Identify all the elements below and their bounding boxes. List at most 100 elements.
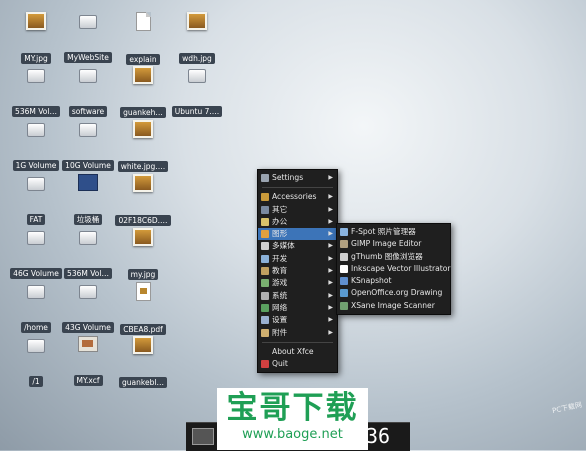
pdf-file-icon (135, 282, 151, 301)
desktop-icon[interactable]: explain (112, 12, 174, 69)
desktop-icon[interactable]: 02F18C6D.… (112, 174, 174, 230)
drive-icon (27, 231, 45, 245)
menu-item-label: 开发 (272, 253, 288, 263)
menu-item-label: Accessories (272, 192, 317, 202)
watermark: 宝哥下载 www.baoge.net (217, 388, 368, 450)
menu-item-label: KSnapshot (351, 276, 392, 286)
submenu-arrow-icon: ▶ (328, 328, 333, 336)
menu-item-label: Settings (272, 173, 304, 182)
desktop-icon[interactable]: wdh.jpg (166, 12, 228, 68)
menu-item[interactable]: Quit (258, 358, 337, 370)
desktop-icon[interactable]: 垃圾桶 (57, 174, 119, 229)
submenu-arrow-icon: ▶ (328, 254, 333, 262)
desktop-icon[interactable]: MY.xcf (57, 336, 119, 390)
xsane-icon (340, 301, 348, 310)
desktop-icon[interactable]: guankebl… (112, 336, 174, 392)
desktop-icon[interactable]: 536M Vol… (57, 228, 119, 283)
image-file-icon (133, 174, 153, 192)
desktop-icon-label: /home (21, 322, 51, 333)
desktop-icon-label: software (68, 106, 108, 117)
other-icon (261, 205, 269, 214)
menu-item-label: 教育 (272, 266, 288, 276)
drive-icon (79, 123, 97, 137)
desktop-icon-label: /1 (29, 376, 43, 387)
menu-separator (262, 341, 333, 343)
desktop-icon-label: explain (126, 54, 160, 65)
menu-item[interactable]: 系统 ▶ (258, 290, 337, 302)
education-icon (261, 267, 269, 276)
menu-item[interactable]: GIMP Image Editor (337, 238, 450, 250)
drive-icon (79, 231, 97, 245)
quit-icon (261, 360, 269, 369)
menu-item[interactable]: Accessories ▶ (258, 191, 337, 203)
desktop-icon[interactable]: 43G Volume (57, 282, 119, 337)
accessories-icon (261, 193, 269, 202)
desktop-icon[interactable]: guankeh… (112, 66, 174, 122)
desktop-icon-label: MY.jpg (21, 53, 51, 64)
menu-item[interactable]: About Xfce (258, 346, 337, 358)
menu-item[interactable]: gThumb 图像浏览器 (337, 251, 450, 263)
gimp-icon (340, 240, 348, 249)
desktop-icon[interactable]: Ubuntu 7.… (166, 66, 228, 121)
menu-item-label: Inkscape Vector Illustrator (351, 263, 451, 273)
submenu-arrow-icon: ▶ (328, 291, 333, 299)
menu-item[interactable]: F-Spot 照片管理器 (337, 226, 450, 238)
menu-item-label: Quit (272, 359, 288, 369)
image-file-icon (133, 336, 153, 354)
menu-item[interactable]: 网络 ▶ (258, 302, 337, 314)
menu-item[interactable]: Settings ▶ (258, 172, 337, 184)
desktop-icon[interactable]: white.jpg.… (112, 120, 174, 176)
desktop-icon[interactable]: software (57, 66, 119, 121)
menu-item[interactable]: 多媒体 ▶ (258, 240, 337, 252)
system-icon (261, 291, 269, 300)
drive-icon (27, 123, 45, 137)
menu-item[interactable]: 游戏 ▶ (258, 277, 337, 289)
menu-item-label: XSane Image Scanner (351, 300, 435, 310)
submenu-arrow-icon: ▶ (328, 316, 333, 324)
games-icon (261, 279, 269, 288)
menu-item[interactable]: 图形 ▶ (258, 228, 337, 241)
watermark-title: 宝哥下载 (226, 390, 359, 426)
menu-item-label: 设置 (272, 315, 288, 325)
desktop-icon-label: MyWebSite (64, 52, 112, 63)
desktop-icon-label: my.jpg (127, 269, 159, 280)
submenu-arrow-icon: ▶ (328, 205, 333, 213)
desktop-icon-label: wdh.jpg (179, 53, 215, 64)
drive-icon (79, 285, 97, 299)
menu-item[interactable]: OpenOffice.org Drawing (337, 287, 450, 299)
menu-item[interactable]: 办公 ▶ (258, 216, 337, 228)
menu-item[interactable]: 设置 ▶ (258, 314, 337, 326)
menu-item-label: GIMP Image Editor (351, 239, 422, 249)
desktop-icon-label: MY.xcf (73, 375, 103, 386)
menu-item[interactable]: 附件 ▶ (258, 327, 337, 339)
menu-separator (262, 187, 333, 189)
menu-item[interactable]: 开发 ▶ (258, 253, 337, 265)
attachments-icon (261, 328, 269, 337)
desktop-icon-label: 垃圾桶 (73, 214, 103, 225)
desktop-icon[interactable]: 10G Volume (57, 120, 119, 175)
show-desktop-button[interactable] (192, 428, 214, 445)
menu-item[interactable]: XSane Image Scanner (337, 300, 450, 312)
desktop-icon[interactable]: MyWebSite (57, 12, 119, 67)
submenu-arrow-icon: ▶ (328, 193, 333, 201)
menu-item-label: 其它 (272, 204, 288, 214)
menu-item-label: 游戏 (272, 278, 288, 288)
watermark-url: www.baoge.net (242, 427, 343, 442)
image-file-icon (133, 228, 153, 246)
submenu-arrow-icon: ▶ (328, 279, 333, 287)
menu-item[interactable]: KSnapshot (337, 275, 450, 287)
desktop-icon-label: 43G Volume (62, 322, 114, 333)
image-file-icon (133, 66, 153, 84)
menu-item[interactable]: 教育 ▶ (258, 265, 337, 277)
applications-menu: Settings ▶ Accessories ▶ 其它 ▶ 办公 ▶ 图形 ▶ 多媒体 ▶ 开发 ▶ 教育 ▶… (257, 169, 338, 374)
desktop-icon[interactable]: CBEA8.pdf (112, 282, 174, 339)
menu-item[interactable]: 其它 ▶ (258, 204, 337, 216)
desktop-icon[interactable]: my.jpg (112, 228, 174, 284)
drive-icon (79, 15, 97, 29)
desktop-icon-label: 10G Volume (62, 160, 114, 171)
menu-item-label: 系统 (272, 290, 288, 300)
menu-item-label: gThumb 图像浏览器 (351, 251, 423, 261)
desktop-icon-label: 536M Vol… (64, 268, 112, 279)
menu-item[interactable]: Inkscape Vector Illustrator (337, 263, 450, 275)
desktop-icon-label: guankebl… (119, 377, 167, 388)
